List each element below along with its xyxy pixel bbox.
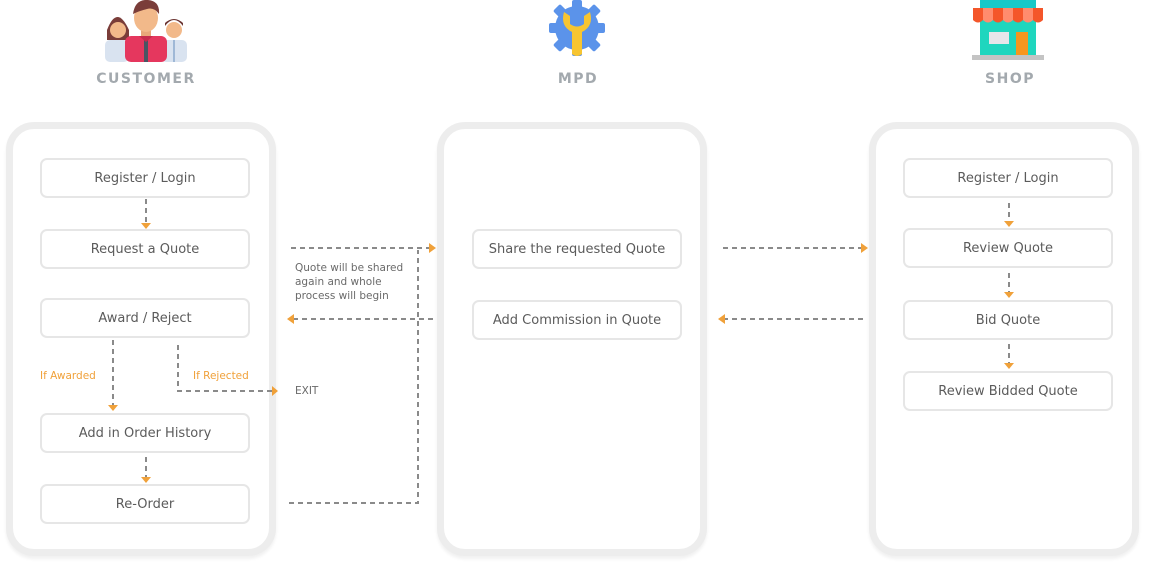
customer-step-order-history[interactable]: Add in Order History [40,413,250,453]
customer-step-request-quote[interactable]: Request a Quote [40,229,250,269]
if-rejected-label: If Rejected [193,370,249,382]
customer-step-award-reject[interactable]: Award / Reject [40,298,250,338]
shop-storefront-icon [970,0,1046,62]
arrowhead [718,314,725,324]
if-awarded-label: If Awarded [40,370,96,382]
reorder-note: Quote will be shared again and whole pro… [295,262,404,302]
shop-title: SHOP [985,71,1035,87]
customer-title: CUSTOMER [96,71,196,87]
shop-step-register-login[interactable]: Register / Login [903,158,1113,198]
customer-step-reorder[interactable]: Re-Order [40,484,250,524]
customer-step-register-login[interactable]: Register / Login [40,158,250,198]
mpd-gear-wrench-icon [547,0,607,58]
arrowhead [287,314,294,324]
customer-people-icon [103,0,189,62]
shop-step-bid-quote[interactable]: Bid Quote [903,300,1113,340]
shop-step-review-bidded-quote[interactable]: Review Bidded Quote [903,371,1113,411]
mpd-step-add-commission[interactable]: Add Commission in Quote [472,300,682,340]
arrowhead [861,243,868,253]
arrowhead [429,243,436,253]
shop-step-review-quote[interactable]: Review Quote [903,228,1113,268]
mpd-step-share-quote[interactable]: Share the requested Quote [472,229,682,269]
mpd-title: MPD [557,71,599,87]
exit-label: EXIT [295,385,319,397]
